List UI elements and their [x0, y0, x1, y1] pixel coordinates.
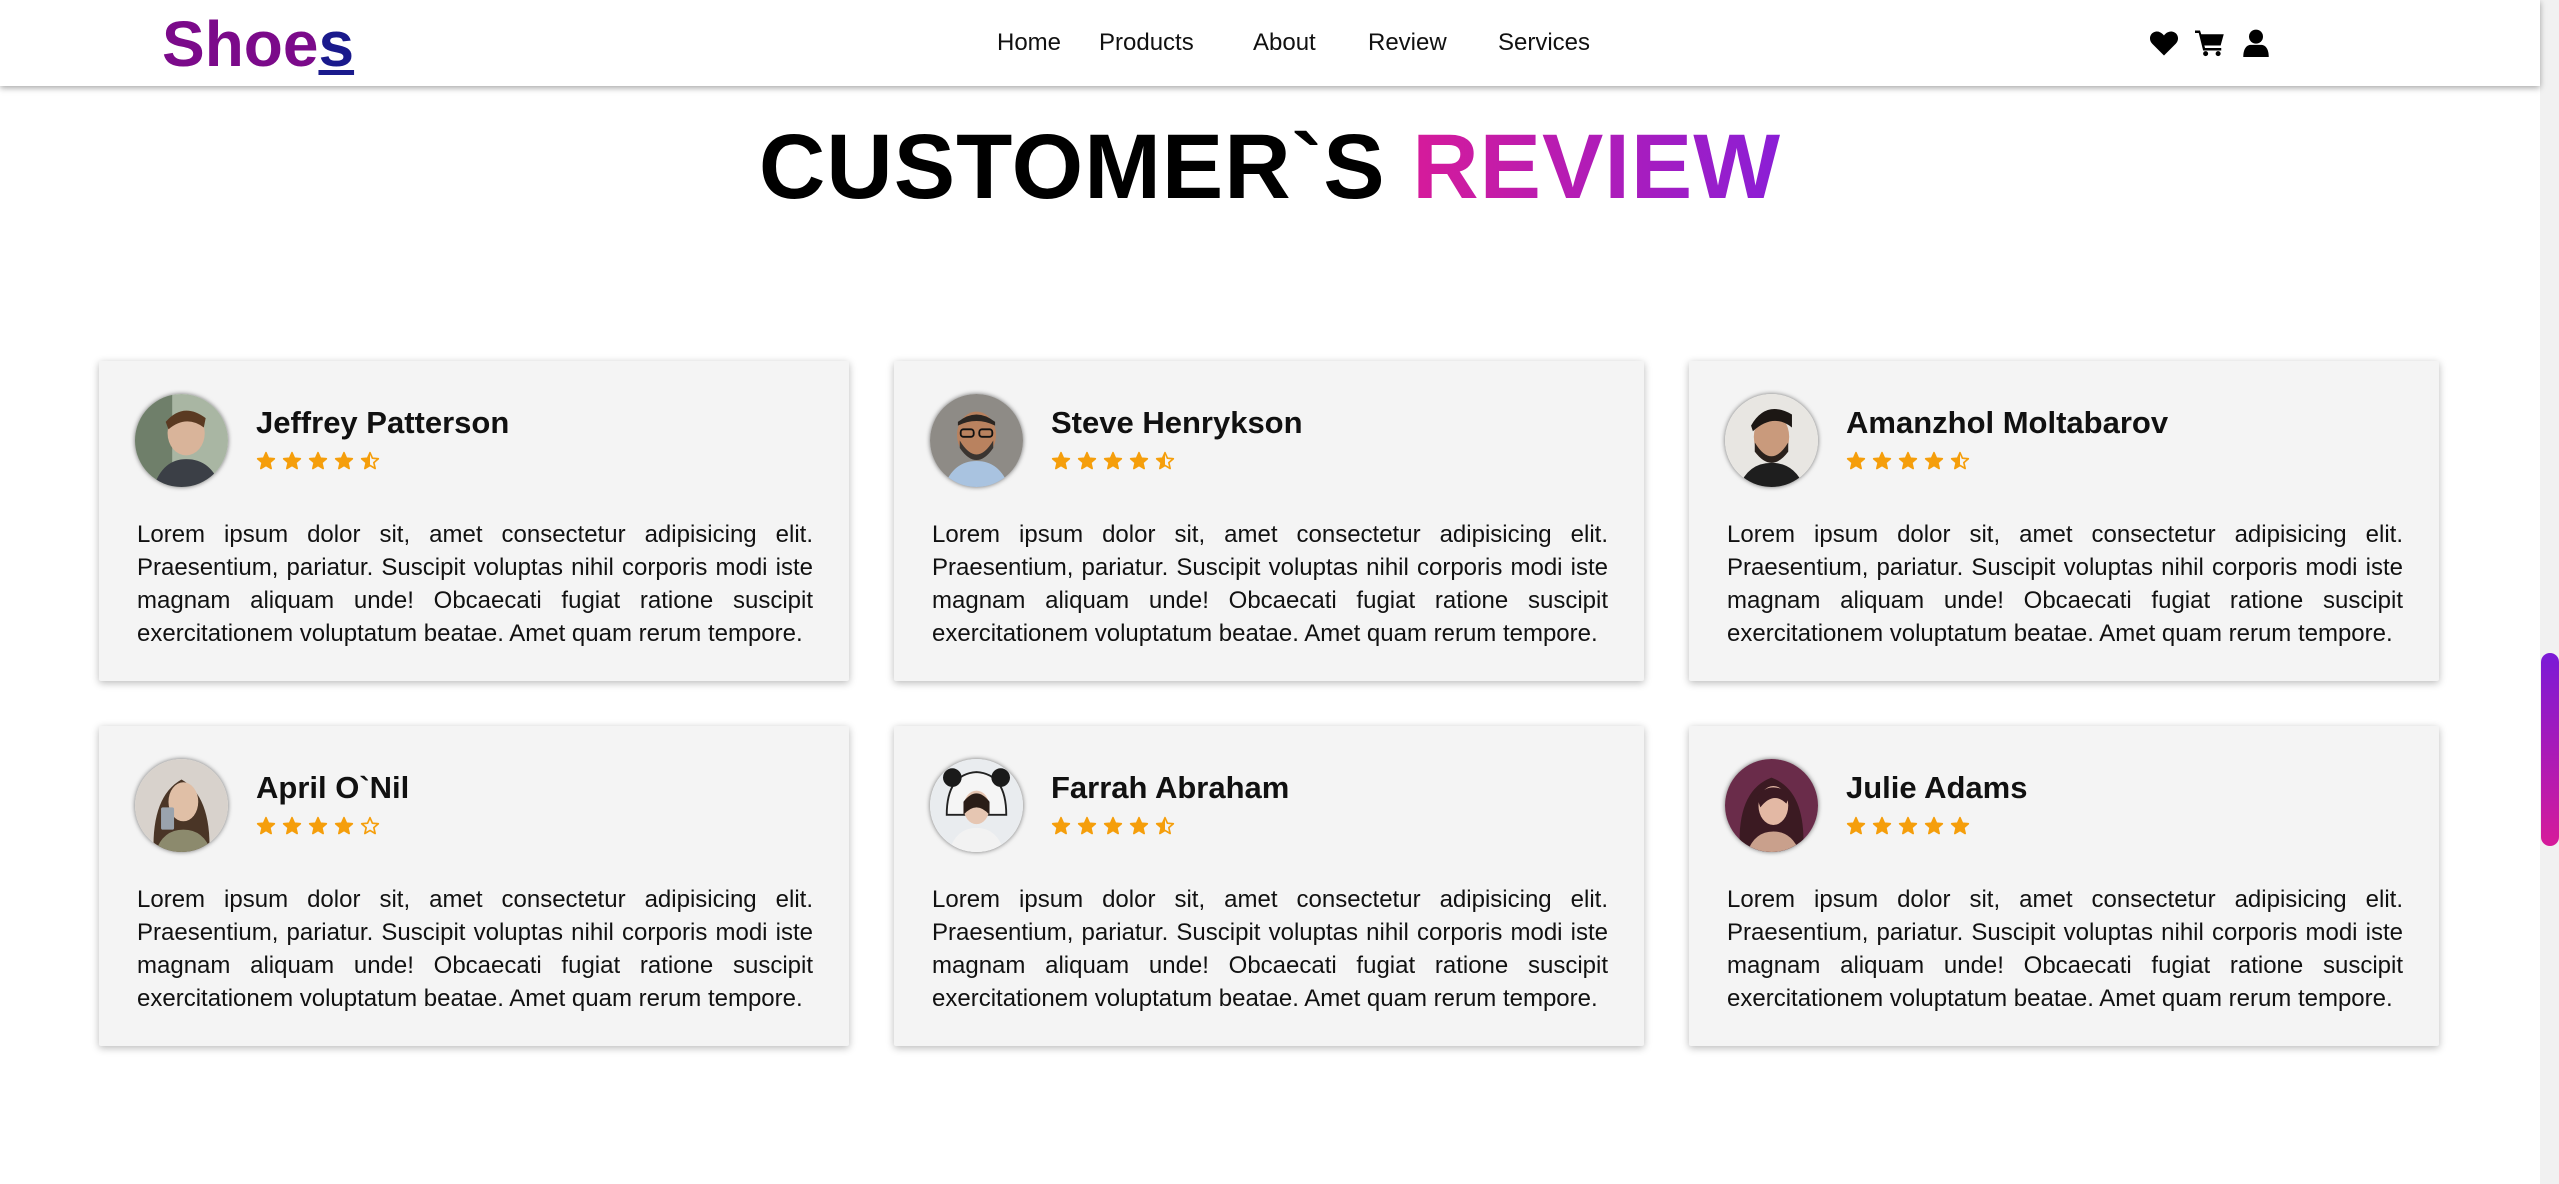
star-half-icon: [1155, 816, 1175, 835]
star-full-icon: [308, 451, 328, 470]
review-card: Farrah Abraham Lorem ipsum dolor sit, am…: [894, 726, 1644, 1046]
reviewer-name: Jeffrey Patterson: [256, 405, 510, 440]
star-full-icon: [334, 816, 354, 835]
reviewer-name: Farrah Abraham: [1051, 770, 1290, 805]
reviewer-avatar: [930, 759, 1023, 852]
review-card: Julie Adams Lorem ipsum dolor sit, amet …: [1689, 726, 2439, 1046]
section-title-accent: REVIEW: [1412, 116, 1782, 218]
rating-stars: [1846, 816, 1970, 836]
scrollbar-track[interactable]: [2540, 0, 2559, 1184]
nav-link-services[interactable]: Services: [1498, 28, 1608, 58]
star-full-icon: [256, 451, 276, 470]
cart-icon[interactable]: [2194, 27, 2226, 59]
reviewer-name: Amanzhol Moltabarov: [1846, 405, 2169, 440]
rating-stars: [1051, 451, 1175, 471]
review-text: Lorem ipsum dolor sit, amet consectetur …: [1727, 521, 2403, 647]
star-full-icon: [1872, 451, 1892, 470]
nav-link-about[interactable]: About: [1253, 28, 1368, 58]
reviewer-avatar: [1725, 394, 1818, 487]
nav-links: Home Products About Review Services: [997, 28, 1608, 58]
nav-link-review[interactable]: Review: [1368, 28, 1498, 58]
star-full-icon: [1924, 816, 1944, 835]
star-half-icon: [360, 451, 380, 470]
rating-stars: [256, 451, 380, 471]
rating-stars: [1051, 816, 1175, 836]
star-full-icon: [1950, 816, 1970, 835]
nav-icons: [2148, 27, 2272, 59]
star-full-icon: [282, 451, 302, 470]
star-full-icon: [1129, 816, 1149, 835]
review-text: Lorem ipsum dolor sit, amet consectetur …: [1727, 886, 2403, 1012]
section-title: CUSTOMER`S REVIEW: [0, 112, 2540, 222]
star-full-icon: [1898, 451, 1918, 470]
star-full-icon: [1846, 451, 1866, 470]
reviewer-avatar: [1725, 759, 1818, 852]
star-full-icon: [1051, 816, 1071, 835]
reviewer-avatar: [930, 394, 1023, 487]
star-full-icon: [282, 816, 302, 835]
rating-stars: [1846, 451, 1970, 471]
star-full-icon: [1898, 816, 1918, 835]
star-full-icon: [1051, 451, 1071, 470]
review-text: Lorem ipsum dolor sit, amet consectetur …: [932, 521, 1608, 647]
star-full-icon: [1103, 816, 1123, 835]
reviewer-name: April O`Nil: [256, 770, 410, 805]
star-full-icon: [1924, 451, 1944, 470]
star-full-icon: [1129, 451, 1149, 470]
brand-logo[interactable]: Shoes: [162, 8, 354, 80]
rating-stars: [256, 816, 380, 836]
star-full-icon: [334, 451, 354, 470]
logo-end-text: s: [318, 8, 355, 80]
star-full-icon: [256, 816, 276, 835]
star-full-icon: [1077, 451, 1097, 470]
star-full-icon: [1872, 816, 1892, 835]
star-full-icon: [1077, 816, 1097, 835]
user-icon[interactable]: [2240, 27, 2272, 59]
nav-link-products[interactable]: Products: [1099, 28, 1247, 58]
review-text: Lorem ipsum dolor sit, amet consectetur …: [932, 886, 1608, 1012]
review-text: Lorem ipsum dolor sit, amet consectetur …: [137, 886, 813, 1012]
review-card: Amanzhol Moltabarov Lorem ipsum dolor si…: [1689, 361, 2439, 681]
star-full-icon: [1103, 451, 1123, 470]
reviewer-avatar: [135, 759, 228, 852]
section-title-main: CUSTOMER`S: [758, 116, 1413, 218]
navbar: Shoes Home Products About Review Service…: [0, 0, 2540, 86]
reviewer-avatar: [135, 394, 228, 487]
heart-icon[interactable]: [2148, 27, 2180, 59]
star-empty-icon: [360, 816, 380, 835]
review-card: Steve Henrykson Lorem ipsum dolor sit, a…: [894, 361, 1644, 681]
logo-main-text: Shoe: [162, 8, 319, 80]
star-full-icon: [308, 816, 328, 835]
review-card: April O`Nil Lorem ipsum dolor sit, amet …: [99, 726, 849, 1046]
star-full-icon: [1846, 816, 1866, 835]
nav-link-home[interactable]: Home: [997, 28, 1106, 58]
star-half-icon: [1950, 451, 1970, 470]
review-text: Lorem ipsum dolor sit, amet consectetur …: [137, 521, 813, 647]
scrollbar-thumb[interactable]: [2541, 653, 2559, 846]
reviewer-name: Julie Adams: [1846, 770, 2028, 805]
review-card: Jeffrey Patterson Lorem ipsum dolor sit,…: [99, 361, 849, 681]
reviewer-name: Steve Henrykson: [1051, 405, 1303, 440]
star-half-icon: [1155, 451, 1175, 470]
